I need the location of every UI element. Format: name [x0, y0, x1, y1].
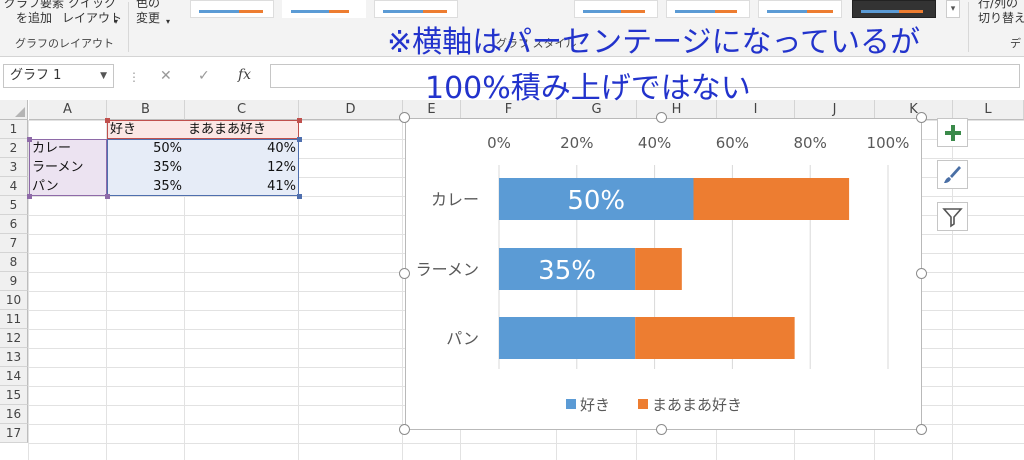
legend-label: 好き — [580, 396, 610, 414]
insert-function-button[interactable]: fx — [238, 67, 251, 83]
category-label: カレー — [431, 190, 479, 209]
range-handle[interactable] — [105, 194, 110, 199]
row-header-12[interactable]: 12 — [0, 329, 28, 348]
x-tick-label: 80% — [794, 134, 827, 152]
ribbon-separator — [128, 2, 129, 52]
annotation-line-2: 100%積み上げではない — [425, 71, 751, 106]
x-tick-label: 60% — [716, 134, 749, 152]
row-header-4[interactable]: 4 — [0, 177, 28, 196]
chart-style-thumbnail-6[interactable] — [758, 0, 842, 18]
chart-styles-button[interactable] — [937, 160, 968, 189]
column-header-a[interactable]: A — [29, 100, 107, 120]
name-box[interactable]: グラフ 1 ▼ — [3, 64, 114, 88]
row-header-13[interactable]: 13 — [0, 348, 28, 367]
data-group-label: デ — [1010, 37, 1021, 50]
chart-style-thumbnail-5[interactable] — [666, 0, 750, 18]
chart-resize-handle-sw[interactable] — [399, 424, 410, 435]
column-header-b[interactable]: B — [107, 100, 185, 120]
bar-segment — [499, 317, 636, 359]
row-header-10[interactable]: 10 — [0, 291, 28, 310]
chart-style-thumbnail-2[interactable] — [282, 0, 366, 18]
row-header-16[interactable]: 16 — [0, 405, 28, 424]
change-colors-dropdown-icon[interactable]: ▾ — [166, 14, 170, 29]
row-header-8[interactable]: 8 — [0, 253, 28, 272]
formula-bar-grip-icon: ⋮ — [128, 70, 140, 84]
row-header-6[interactable]: 6 — [0, 215, 28, 234]
column-header-d[interactable]: D — [299, 100, 403, 120]
cancel-icon[interactable]: ✕ — [160, 68, 172, 84]
annotation-line-1: ※横軸はパーセンテージになっているが — [387, 25, 921, 60]
name-box-value: グラフ 1 — [10, 68, 62, 83]
range-handle[interactable] — [27, 194, 32, 199]
bar-segment — [635, 248, 682, 290]
column-header-k[interactable]: K — [875, 100, 953, 120]
row-header-11[interactable]: 11 — [0, 310, 28, 329]
chart-resize-handle-nw[interactable] — [399, 112, 410, 123]
grid-column-line — [402, 120, 403, 460]
category-range-outline — [29, 139, 107, 196]
styles-more-button[interactable]: ▾ — [946, 0, 960, 18]
enter-icon[interactable]: ✓ — [198, 68, 210, 84]
chart-resize-handle-n[interactable] — [656, 112, 667, 123]
x-tick-label: 40% — [638, 134, 671, 152]
chart-elements-button[interactable] — [937, 118, 968, 147]
legend-swatch — [638, 399, 648, 409]
category-label: ラーメン — [416, 260, 479, 279]
legend-label: まあまあ好き — [652, 396, 742, 414]
row-header-14[interactable]: 14 — [0, 367, 28, 386]
name-box-dropdown-icon[interactable]: ▼ — [100, 65, 107, 87]
change-colors-button[interactable]: 色の 変更 — [136, 0, 160, 26]
plus-icon — [945, 125, 961, 141]
row-header-15[interactable]: 15 — [0, 386, 28, 405]
chart-resize-handle-s[interactable] — [656, 424, 667, 435]
quick-layout-button[interactable]: クイック レイアウト — [62, 0, 122, 26]
x-tick-label: 0% — [487, 134, 511, 152]
switch-row-column-button[interactable]: 行/列の 切り替え — [978, 0, 1024, 26]
range-handle[interactable] — [297, 137, 302, 142]
chart-layout-group-label: グラフのレイアウト — [15, 37, 114, 50]
data-label: 50% — [567, 186, 625, 216]
filter-icon — [942, 208, 963, 228]
values-range-outline — [107, 139, 299, 196]
range-handle[interactable] — [105, 118, 110, 123]
row-header-7[interactable]: 7 — [0, 234, 28, 253]
range-handle[interactable] — [297, 194, 302, 199]
ribbon-separator — [968, 2, 969, 52]
chart-resize-handle-ne[interactable] — [916, 112, 927, 123]
bar-segment — [693, 178, 850, 220]
row-header-9[interactable]: 9 — [0, 272, 28, 291]
chart-style-thumbnail-1[interactable] — [190, 0, 274, 18]
bar-chart: 0% 20% 40% 60% 80% 100% カレー 50% ラーメン 35% パン好き まあまあ好… — [416, 134, 910, 414]
series-name-range-outline — [107, 120, 299, 139]
column-header-c[interactable]: C — [185, 100, 299, 120]
quick-layout-dropdown-icon[interactable]: ▾ — [114, 14, 118, 29]
row-header-17[interactable]: 17 — [0, 424, 28, 443]
row-header-2[interactable]: 2 — [0, 139, 28, 158]
row-header-1[interactable]: 1 — [0, 120, 28, 139]
add-chart-element-button[interactable]: グラフ要素 を追加 — [4, 0, 64, 26]
chart-resize-handle-se[interactable] — [916, 424, 927, 435]
chart-resize-handle-e[interactable] — [916, 268, 927, 279]
x-tick-label: 20% — [560, 134, 593, 152]
brush-icon — [944, 166, 961, 183]
x-tick-label: 100% — [867, 134, 910, 152]
column-header-l[interactable]: L — [953, 100, 1024, 120]
column-header-j[interactable]: J — [795, 100, 875, 120]
range-handle[interactable] — [297, 118, 302, 123]
chart-area[interactable]: 0% 20% 40% 60% 80% 100% カレー 50% ラーメン 35% パン好き まあまあ好… — [405, 118, 922, 430]
chart-filters-button[interactable] — [937, 202, 968, 231]
chart-style-thumbnail-3[interactable] — [374, 0, 458, 18]
chart-style-thumbnail-7[interactable] — [852, 0, 936, 18]
select-all-button[interactable] — [0, 100, 28, 120]
excel-window: グラフ要素 を追加 クイック レイアウト ▾ グラフのレイアウト 色の 変更 ▾… — [0, 0, 1024, 460]
category-label: パン — [446, 329, 479, 348]
legend-swatch — [566, 399, 576, 409]
chart-resize-handle-w[interactable] — [399, 268, 410, 279]
row-header-3[interactable]: 3 — [0, 158, 28, 177]
bar-segment — [635, 317, 795, 359]
range-handle[interactable] — [27, 137, 32, 142]
chart-style-thumbnail-4[interactable] — [574, 0, 658, 18]
data-label: 35% — [538, 256, 596, 286]
row-header-5[interactable]: 5 — [0, 196, 28, 215]
